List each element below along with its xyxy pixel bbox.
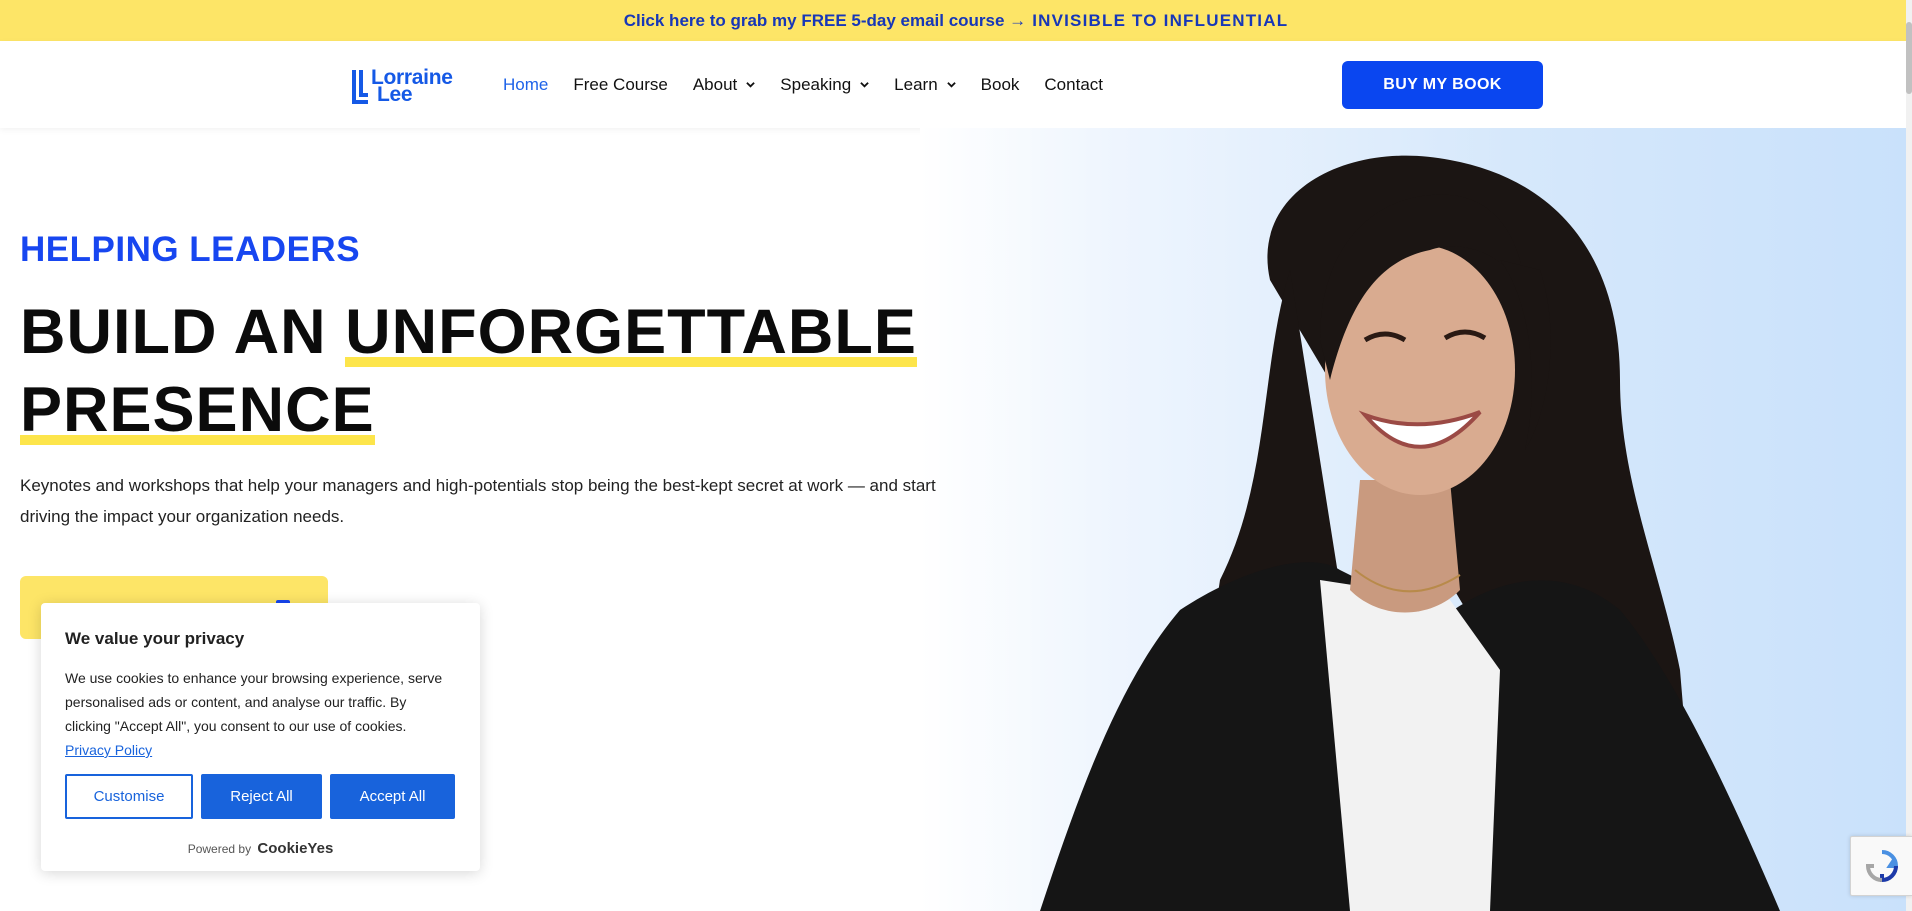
recaptcha-icon (1865, 850, 1898, 883)
logo-text: Lorraine Lee (371, 67, 453, 106)
main-nav: Home Free Course About Speaking Learn Bo… (503, 41, 1128, 128)
nav-learn[interactable]: Learn (894, 74, 956, 95)
nav-contact-label: Contact (1044, 74, 1103, 94)
site-header: Lorraine Lee Home Free Course About Spea… (0, 41, 1906, 128)
announcement-banner-link[interactable]: Click here to grab my FREE 5-day email c… (0, 0, 1912, 41)
chevron-down-icon (946, 82, 956, 88)
headline-plain: BUILD AN (20, 297, 346, 367)
nav-speaking[interactable]: Speaking (780, 75, 869, 95)
cookieyes-logo[interactable]: CookieYes (257, 840, 333, 857)
cookie-title: We value your privacy (65, 629, 245, 648)
nav-free-course-label: Free Course (573, 74, 668, 94)
nav-book[interactable]: Book (981, 75, 1020, 95)
nav-about[interactable]: About (692, 74, 756, 95)
logo-mark-icon (352, 68, 368, 104)
reject-all-button[interactable]: Reject All (201, 774, 322, 819)
cookie-body-text: We use cookies to enhance your browsing … (65, 670, 443, 734)
chevron-down-icon (860, 82, 869, 88)
banner-course-name: INVISIBLE TO INFLUENTIAL (1032, 10, 1289, 30)
nav-learn-label: Learn (894, 74, 938, 94)
banner-text: Click here to grab my FREE 5-day email c… (623, 10, 1027, 30)
powered-by-label: Powered by (187, 842, 252, 856)
cookie-actions: Customise Reject All Accept All (65, 774, 455, 819)
page-scrollbar[interactable] (1906, 0, 1912, 911)
nav-about-label: About (692, 74, 738, 94)
recaptcha-badge[interactable] (1850, 836, 1912, 896)
powered-by: Powered by CookieYes (41, 840, 480, 857)
cookie-consent-dialog: We value your privacy We use cookies to … (41, 603, 480, 871)
logo-line-2: Lee (377, 83, 413, 106)
scrollbar-thumb[interactable] (1906, 22, 1912, 94)
nav-home-label: Home (503, 74, 549, 94)
speaker-portrait-image (1040, 155, 1780, 911)
cookie-body: We use cookies to enhance your browsing … (65, 666, 456, 762)
privacy-policy-link[interactable]: Privacy Policy (65, 742, 152, 758)
headline-highlight-presence: PRESENCE (20, 375, 375, 445)
nav-speaking-label: Speaking (780, 74, 852, 94)
customise-button[interactable]: Customise (65, 774, 193, 819)
nav-home[interactable]: Home (503, 75, 548, 95)
nav-contact[interactable]: Contact (1044, 75, 1103, 95)
hero-headline: BUILD AN UNFORGETTABLE PRESENCE (20, 293, 920, 449)
nav-free-course[interactable]: Free Course (573, 75, 667, 95)
buy-my-book-button[interactable]: BUY MY BOOK (1342, 61, 1543, 109)
nav-book-label: Book (980, 74, 1020, 94)
site-logo[interactable]: Lorraine Lee (352, 67, 466, 105)
hero-kicker: HELPING LEADERS (20, 230, 361, 269)
hero-subtext: Keynotes and workshops that help your ma… (20, 476, 936, 526)
accept-all-button[interactable]: Accept All (330, 774, 455, 819)
headline-highlight-unforgettable: UNFORGETTABLE (345, 297, 917, 367)
chevron-down-icon (746, 82, 756, 88)
